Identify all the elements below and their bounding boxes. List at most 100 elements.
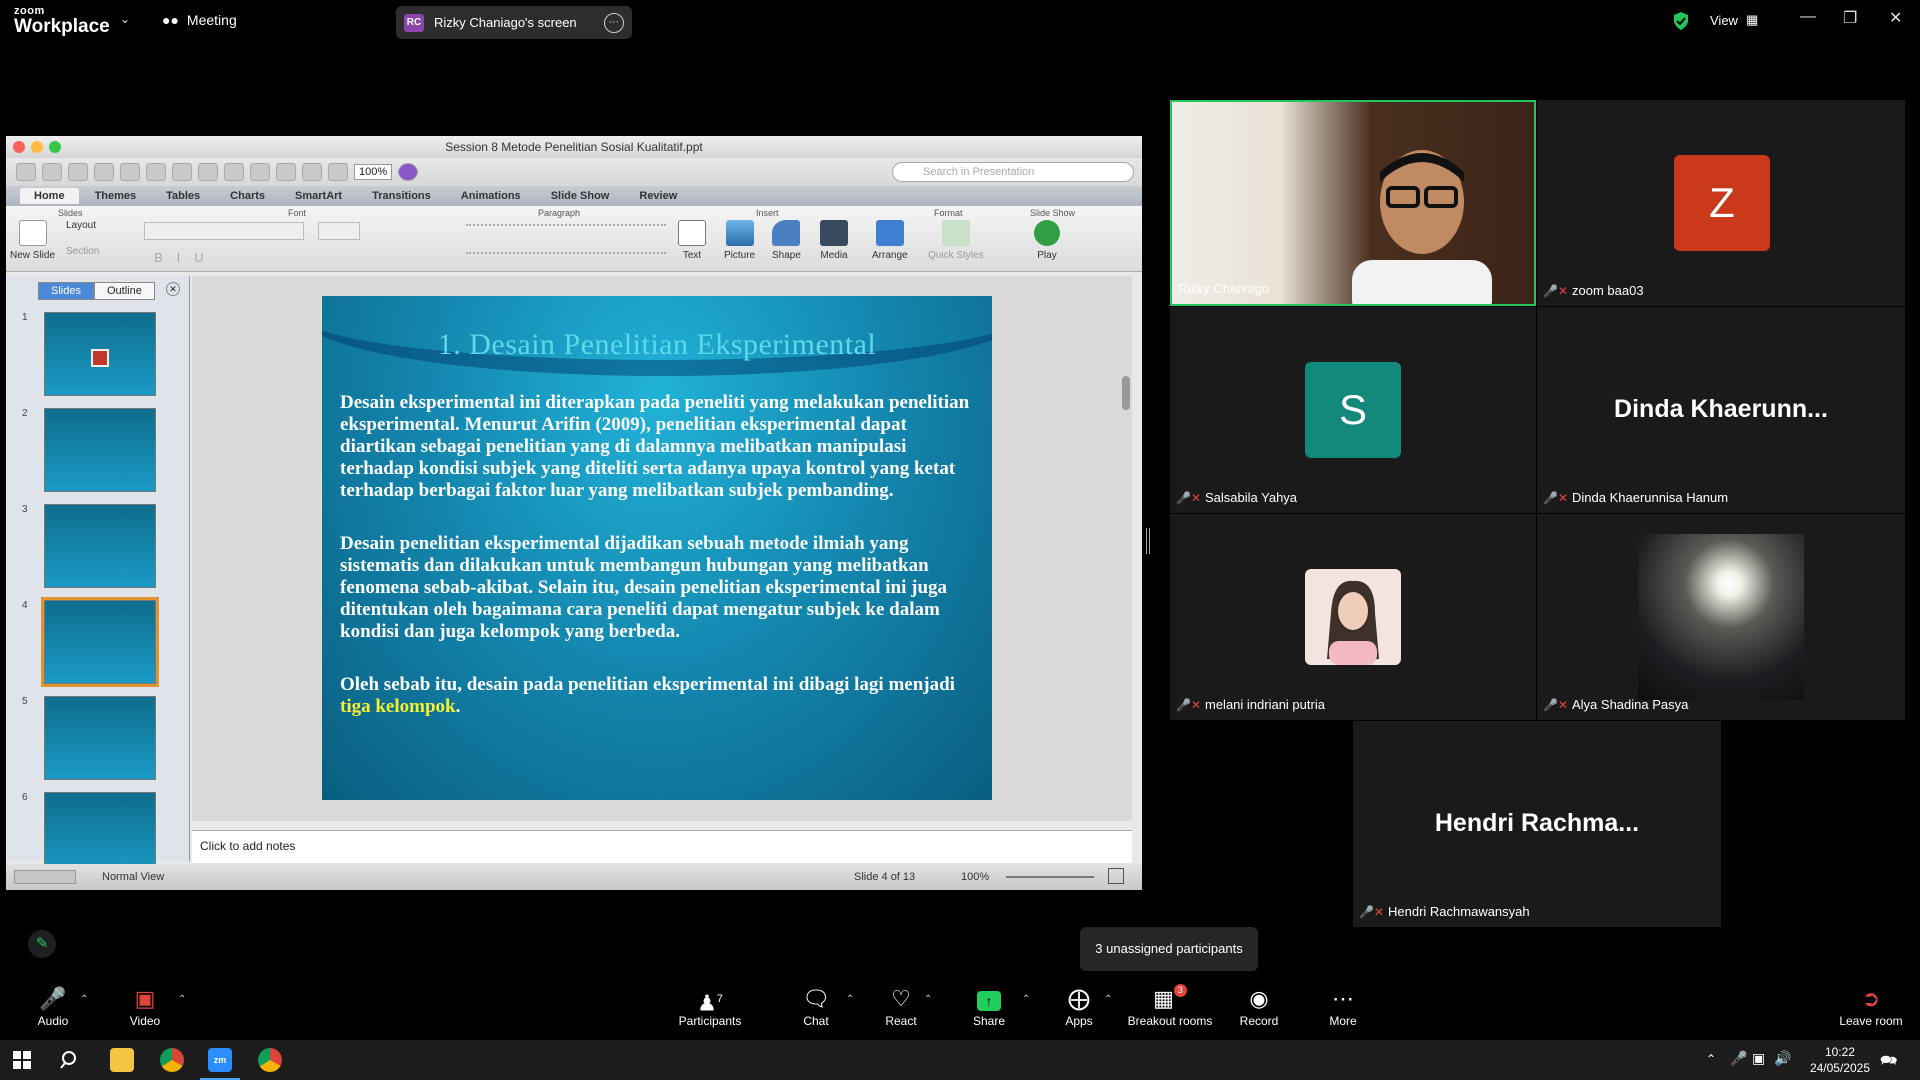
tab-smartart[interactable]: SmartArt	[281, 188, 356, 204]
windows-start-icon[interactable]	[13, 1051, 31, 1069]
notifications-icon[interactable]: 🗪	[1880, 1050, 1897, 1074]
section-button[interactable]: Section	[66, 246, 99, 257]
font-format-icons[interactable]: BIU	[154, 250, 218, 265]
tab-tables[interactable]: Tables	[152, 188, 214, 204]
current-slide[interactable]: 1. Desain Penelitian Eksperimental Desai…	[322, 296, 992, 800]
copy-icon[interactable]	[172, 163, 192, 181]
canvas-scrollbar[interactable]	[1122, 376, 1130, 410]
slide-thumbnail-5[interactable]	[44, 696, 156, 780]
slide-thumbnail-3[interactable]	[44, 504, 156, 588]
zoom-slider[interactable]	[1006, 876, 1094, 878]
share-button[interactable]: ↑ Share	[966, 984, 1012, 1028]
quick-styles-button[interactable]: Quick Styles	[928, 220, 984, 261]
slide-sorter-icon[interactable]	[328, 163, 348, 181]
view-switcher-icons[interactable]	[14, 870, 76, 884]
meeting-menu[interactable]: ●● Meeting	[162, 12, 237, 28]
leave-room-button[interactable]: ➲ Leave room	[1836, 984, 1906, 1028]
play-button[interactable]: Play	[1034, 220, 1060, 261]
search-icon[interactable]	[60, 1050, 80, 1070]
view-button[interactable]: View ▦	[1710, 12, 1758, 28]
new-slide-button[interactable]: New Slide	[10, 220, 55, 261]
arrange-button[interactable]: Arrange	[872, 220, 908, 261]
tab-animations[interactable]: Animations	[447, 188, 535, 204]
font-name-field[interactable]	[144, 222, 304, 240]
breakout-rooms-button[interactable]: ▦ 3 Breakout rooms	[1126, 984, 1214, 1028]
redo-icon[interactable]	[276, 163, 296, 181]
picture-button[interactable]: Picture	[724, 220, 755, 261]
tray-expand-icon[interactable]: ⌃	[1706, 1052, 1716, 1066]
restore-icon[interactable]: ❐	[1843, 8, 1857, 28]
media-button[interactable]: Media	[820, 220, 848, 261]
zoom-logo[interactable]: zoom Workplace	[14, 6, 110, 37]
tab-transitions[interactable]: Transitions	[358, 188, 445, 204]
react-options-caret-icon[interactable]: ⌃	[924, 994, 932, 1005]
layout-button[interactable]: Layout	[66, 220, 96, 231]
audio-options-caret-icon[interactable]: ⌃	[80, 994, 88, 1005]
shape-button[interactable]: Shape	[772, 220, 801, 261]
chat-options-caret-icon[interactable]: ⌃	[846, 994, 854, 1005]
paste-icon[interactable]	[198, 163, 218, 181]
slide-thumbnail-4[interactable]	[41, 597, 159, 687]
tab-home[interactable]: Home	[20, 188, 79, 204]
tab-slide-show[interactable]: Slide Show	[537, 188, 624, 204]
align-icons[interactable]	[466, 252, 666, 264]
slide-thumbnail-2[interactable]	[44, 408, 156, 492]
panel-close-icon[interactable]: ✕	[166, 282, 180, 296]
video-tile-rizky[interactable]: Rizky Chaniago	[1170, 100, 1536, 306]
open-icon[interactable]	[68, 163, 88, 181]
tile-salsabila[interactable]: S 🎤✕ Salsabila Yahya	[1170, 307, 1536, 513]
chrome-profile-icon[interactable]	[258, 1048, 282, 1072]
new-icon[interactable]	[16, 163, 36, 181]
tile-melani[interactable]: 🎤✕ melani indriani putria	[1170, 514, 1536, 720]
ppt-search-input[interactable]: Search in Presentation	[892, 162, 1134, 182]
format-painter-icon[interactable]	[224, 163, 244, 181]
minimize-icon[interactable]: —	[1800, 8, 1816, 26]
react-button[interactable]: ♡ React	[878, 984, 924, 1028]
ppt-zoom-field[interactable]: 100%	[354, 164, 393, 180]
record-button[interactable]: ◉ Record	[1236, 984, 1282, 1028]
more-button[interactable]: ⋯ More	[1320, 984, 1366, 1028]
video-button[interactable]: ▣ Video	[122, 984, 168, 1028]
apps-options-caret-icon[interactable]: ⌃	[1104, 994, 1112, 1005]
text-button[interactable]: Text	[678, 220, 706, 261]
tile-dinda[interactable]: Dinda Khaerunn... 🎤✕ Dinda Khaerunnisa Ha…	[1537, 307, 1905, 513]
notes-field[interactable]: Click to add notes	[192, 830, 1132, 863]
tile-zoom-baa03[interactable]: Z 🎤✕ zoom baa03	[1537, 100, 1905, 306]
print-icon[interactable]	[120, 163, 140, 181]
more-options-icon[interactable]: ⋯	[604, 12, 624, 33]
list-icons[interactable]	[466, 224, 666, 236]
zoom-taskbar-icon[interactable]: zm	[208, 1048, 232, 1072]
annotate-pencil-icon[interactable]: ✎	[28, 930, 56, 958]
tab-charts[interactable]: Charts	[216, 188, 279, 204]
audio-button[interactable]: 🎤 Audio	[30, 984, 76, 1028]
split-resize-handle[interactable]	[1146, 528, 1150, 554]
tab-review[interactable]: Review	[625, 188, 691, 204]
slide-thumbnail-1[interactable]	[44, 312, 156, 396]
cut-icon[interactable]	[146, 163, 166, 181]
security-shield-icon[interactable]	[1672, 11, 1690, 31]
share-options-caret-icon[interactable]: ⌃	[1022, 994, 1030, 1005]
close-icon[interactable]: ✕	[1889, 8, 1902, 28]
window-close-icon[interactable]	[13, 141, 25, 153]
gallery-icon[interactable]	[302, 163, 322, 181]
volume-icon[interactable]: 🔊	[1774, 1050, 1791, 1067]
templates-icon[interactable]	[42, 163, 62, 181]
apps-button[interactable]: ⨁ Apps	[1056, 984, 1102, 1028]
mic-tray-icon[interactable]: 🎤	[1730, 1050, 1747, 1067]
chevron-down-icon[interactable]: ⌄	[120, 12, 130, 26]
window-minimize-icon[interactable]	[31, 141, 43, 153]
system-clock[interactable]: 10:22 24/05/2025	[1810, 1044, 1870, 1076]
video-options-caret-icon[interactable]: ⌃	[178, 994, 186, 1005]
participants-button[interactable]: ♟7 Participants	[670, 984, 750, 1028]
file-explorer-icon[interactable]	[110, 1048, 134, 1072]
outline-tab[interactable]: Outline	[93, 282, 155, 300]
tile-hendri[interactable]: Hendri Rachma... 🎤✕ Hendri Rachmawansyah	[1353, 721, 1721, 927]
screen-share-indicator[interactable]: RC Rizky Chaniago's screen ⋯	[396, 6, 632, 39]
tile-alya[interactable]: 🎤✕ Alya Shadina Pasya	[1537, 514, 1905, 720]
chat-button[interactable]: 🗨 Chat	[793, 984, 839, 1028]
undo-icon[interactable]	[250, 163, 270, 181]
slides-tab[interactable]: Slides	[38, 282, 94, 300]
save-icon[interactable]	[94, 163, 114, 181]
network-icon[interactable]: ▣	[1752, 1050, 1765, 1067]
tab-themes[interactable]: Themes	[81, 188, 151, 204]
